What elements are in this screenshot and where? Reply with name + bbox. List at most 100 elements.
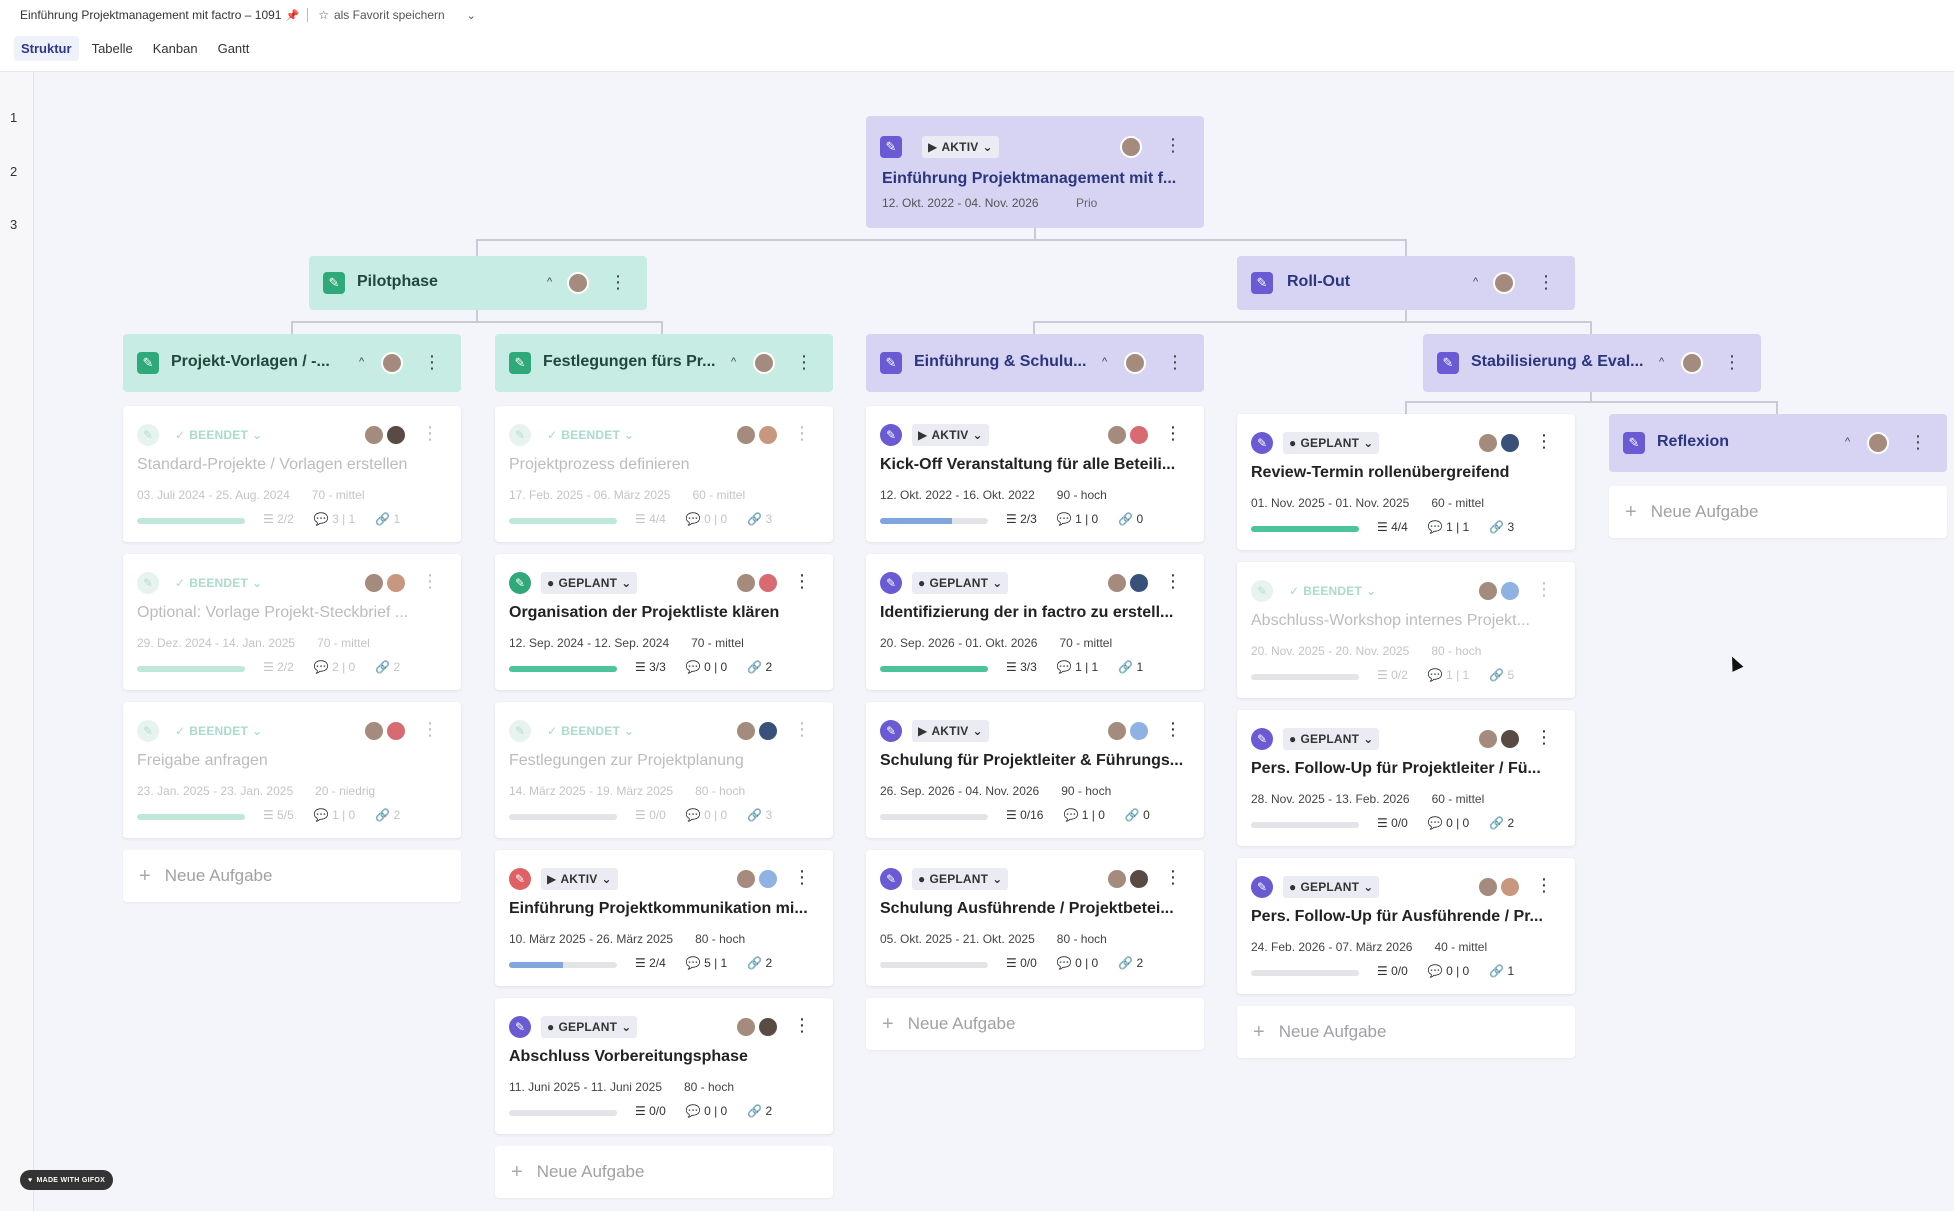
task-card[interactable]: ✎ ● GEPLANT ⌄ ⋮ Pers. Follow-Up für Ausführen… <box>1237 858 1575 994</box>
collapse-icon[interactable]: ^ <box>359 356 364 368</box>
phase-node[interactable]: ✎ Pilotphase ^ ⋮ <box>309 256 647 310</box>
task-card[interactable]: ✎ ▶ AKTIV ⌄ ⋮ Einführung Projektkommunikation… <box>495 850 833 986</box>
pencil-icon[interactable]: ✎ <box>880 720 902 742</box>
status-badge[interactable]: ▶ AKTIV ⌄ <box>922 136 999 158</box>
pencil-icon[interactable]: ✎ <box>880 868 902 890</box>
pencil-icon[interactable]: ✎ <box>1623 432 1645 454</box>
status-badge[interactable]: ● GEPLANT ⌄ <box>912 868 1009 890</box>
task-title[interactable]: Identifizierung der in factro zu erstell… <box>880 604 1190 622</box>
pencil-icon[interactable]: ✎ <box>1437 352 1459 374</box>
new-task-button[interactable]: + Neue Aufgabe <box>123 850 461 902</box>
task-title[interactable]: Organisation der Projektliste klären <box>509 604 819 622</box>
task-title[interactable]: Pers. Follow-Up für Projektleiter / Fü..… <box>1251 760 1561 778</box>
task-title[interactable]: Freigabe anfragen <box>137 752 447 770</box>
node-title[interactable]: Stabilisierung & Eval... <box>1471 353 1649 371</box>
task-card[interactable]: ✎ ● GEPLANT ⌄ ⋮ Review-Termin rollenübergreif… <box>1237 414 1575 550</box>
more-options-icon[interactable]: ⋮ <box>793 572 811 590</box>
node-title[interactable]: Pilotphase <box>357 273 527 291</box>
more-options-icon[interactable]: ⋮ <box>1535 728 1553 746</box>
pencil-icon[interactable]: ✎ <box>137 720 159 742</box>
status-badge[interactable]: ✓ BEENDET ⌄ <box>169 572 268 594</box>
pencil-icon[interactable]: ✎ <box>509 352 531 374</box>
more-options-icon[interactable]: ⋮ <box>1164 868 1182 886</box>
new-task-button[interactable]: + Neue Aufgabe <box>866 998 1204 1050</box>
task-title[interactable]: Abschluss Vorbereitungsphase <box>509 1048 819 1066</box>
more-options-icon[interactable]: ⋮ <box>793 868 811 886</box>
more-options-icon[interactable]: ⋮ <box>1535 580 1553 598</box>
status-badge[interactable]: ● GEPLANT ⌄ <box>1283 876 1380 898</box>
status-badge[interactable]: ▶ AKTIV ⌄ <box>541 868 618 890</box>
collapse-icon[interactable]: ^ <box>1659 356 1664 368</box>
task-title[interactable]: Schulung für Projektleiter & Führungs... <box>880 752 1190 770</box>
pencil-icon[interactable]: ✎ <box>323 272 345 294</box>
pencil-icon[interactable]: ✎ <box>1251 580 1273 602</box>
task-title[interactable]: Schulung Ausführende / Projektbetei... <box>880 900 1190 918</box>
more-options-icon[interactable]: ⋮ <box>423 353 441 371</box>
more-options-icon[interactable]: ⋮ <box>1164 720 1182 738</box>
pencil-icon[interactable]: ✎ <box>1251 432 1273 454</box>
node-title[interactable]: Einführung & Schulu... <box>914 353 1092 371</box>
pencil-icon[interactable]: ✎ <box>137 572 159 594</box>
root-project-node[interactable]: ✎ ▶ AKTIV ⌄ ⋮ Einführung Projektmanageme… <box>866 116 1204 228</box>
package-node[interactable]: ✎ Stabilisierung & Eval... ^ ⋮ <box>1423 334 1761 392</box>
pencil-icon[interactable]: ✎ <box>880 136 902 158</box>
status-badge[interactable]: ✓ BEENDET ⌄ <box>541 720 640 742</box>
status-badge[interactable]: ● GEPLANT ⌄ <box>1283 432 1380 454</box>
status-badge[interactable]: ● GEPLANT ⌄ <box>912 572 1009 594</box>
collapse-icon[interactable]: ^ <box>1845 436 1850 448</box>
pencil-icon[interactable]: ✎ <box>1251 728 1273 750</box>
new-task-button[interactable]: + Neue Aufgabe <box>1609 486 1947 538</box>
pencil-icon[interactable]: ✎ <box>880 572 902 594</box>
node-title[interactable]: Festlegungen fürs Pr... <box>543 353 721 371</box>
pencil-icon[interactable]: ✎ <box>137 352 159 374</box>
node-title[interactable]: Roll-Out <box>1287 273 1457 291</box>
collapse-icon[interactable]: ^ <box>1473 276 1478 288</box>
more-options-icon[interactable]: ⋮ <box>1166 353 1184 371</box>
more-options-icon[interactable]: ⋮ <box>795 353 813 371</box>
task-title[interactable]: Optional: Vorlage Projekt-Steckbrief ... <box>137 604 447 622</box>
task-title[interactable]: Review-Termin rollenübergreifend <box>1251 464 1561 482</box>
more-options-icon[interactable]: ⋮ <box>1164 572 1182 590</box>
package-node[interactable]: ✎ Projekt-Vorlagen / -... ^ ⋮ <box>123 334 461 392</box>
pencil-icon[interactable]: ✎ <box>1251 876 1273 898</box>
more-options-icon[interactable]: ⋮ <box>1723 353 1741 371</box>
status-badge[interactable]: ✓ BEENDET ⌄ <box>169 424 268 446</box>
package-node[interactable]: ✎ Einführung & Schulu... ^ ⋮ <box>866 334 1204 392</box>
task-card[interactable]: ✎ ✓ BEENDET ⌄ ⋮ Freigabe anfragen 23. Jan. 202… <box>123 702 461 838</box>
pencil-icon[interactable]: ✎ <box>1251 272 1273 294</box>
task-card[interactable]: ✎ ● GEPLANT ⌄ ⋮ Abschluss Vorbereitungsphase 1… <box>495 998 833 1134</box>
status-badge[interactable]: ● GEPLANT ⌄ <box>541 1016 638 1038</box>
task-card[interactable]: ✎ ✓ BEENDET ⌄ ⋮ Standard-Projekte / Vorlagen … <box>123 406 461 542</box>
status-badge[interactable]: ▶ AKTIV ⌄ <box>912 424 989 446</box>
task-card[interactable]: ✎ ● GEPLANT ⌄ ⋮ Organisation der Projektliste… <box>495 554 833 690</box>
package-node[interactable]: ✎ Reflexion ^ ⋮ <box>1609 414 1947 472</box>
pencil-icon[interactable]: ✎ <box>880 424 902 446</box>
new-task-button[interactable]: + Neue Aufgabe <box>1237 1006 1575 1058</box>
collapse-icon[interactable]: ^ <box>547 276 552 288</box>
more-options-icon[interactable]: ⋮ <box>1537 273 1555 291</box>
more-options-icon[interactable]: ⋮ <box>421 424 439 442</box>
more-options-icon[interactable]: ⋮ <box>793 424 811 442</box>
node-title[interactable]: Reflexion <box>1657 433 1835 451</box>
more-options-icon[interactable]: ⋮ <box>1909 433 1927 451</box>
node-title[interactable]: Projekt-Vorlagen / -... <box>171 353 349 371</box>
status-badge[interactable]: ● GEPLANT ⌄ <box>1283 728 1380 750</box>
status-badge[interactable]: ✓ BEENDET ⌄ <box>1283 580 1382 602</box>
task-card[interactable]: ✎ ✓ BEENDET ⌄ ⋮ Abschluss-Workshop internes P… <box>1237 562 1575 698</box>
task-card[interactable]: ✎ ● GEPLANT ⌄ ⋮ Identifizierung der in factro… <box>866 554 1204 690</box>
more-options-icon[interactable]: ⋮ <box>793 720 811 738</box>
more-options-icon[interactable]: ⋮ <box>1535 876 1553 894</box>
more-options-icon[interactable]: ⋮ <box>1535 432 1553 450</box>
node-title[interactable]: Einführung Projektmanagement mit f... <box>882 170 1190 188</box>
status-badge[interactable]: ✓ BEENDET ⌄ <box>541 424 640 446</box>
task-card[interactable]: ✎ ▶ AKTIV ⌄ ⋮ Kick-Off Veranstaltung für alle… <box>866 406 1204 542</box>
status-badge[interactable]: ▶ AKTIV ⌄ <box>912 720 989 742</box>
phase-node[interactable]: ✎ Roll-Out ^ ⋮ <box>1237 256 1575 310</box>
pencil-icon[interactable]: ✎ <box>880 352 902 374</box>
pencil-icon[interactable]: ✎ <box>137 424 159 446</box>
more-options-icon[interactable]: ⋮ <box>421 720 439 738</box>
package-node[interactable]: ✎ Festlegungen fürs Pr... ^ ⋮ <box>495 334 833 392</box>
task-card[interactable]: ✎ ✓ BEENDET ⌄ ⋮ Projektprozess definieren 17. … <box>495 406 833 542</box>
more-options-icon[interactable]: ⋮ <box>1164 136 1182 154</box>
more-options-icon[interactable]: ⋮ <box>793 1016 811 1034</box>
